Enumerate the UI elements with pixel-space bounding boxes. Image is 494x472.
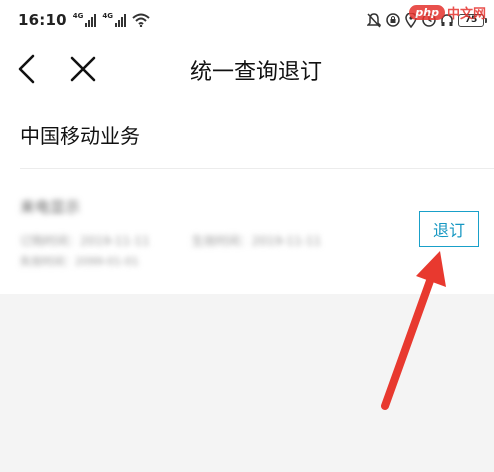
status-time: 16:10: [18, 11, 67, 29]
section-title: 中国移动业务: [20, 124, 140, 148]
order-time: 订购时间：2019-11-11: [20, 234, 150, 248]
cell-signal-icon: 4G: [102, 13, 126, 27]
page: 16:10 4G 4G 75 php 中文网 统一查询退订 中国移动业务 来电显…: [0, 0, 494, 472]
signal-type-label: 4G: [72, 12, 84, 20]
unsubscribe-button[interactable]: 退订: [419, 211, 479, 247]
service-list: 中国移动业务 来电显示 订购时间：2019-11-11 生效时间：2019-11…: [0, 98, 494, 294]
nav-bar: 统一查询退订: [0, 40, 494, 98]
service-name: 来电显示: [20, 198, 81, 216]
effective-time: 生效时间：2019-11-11: [191, 234, 322, 248]
watermark-text: 中文网: [446, 7, 486, 22]
watermark: php 中文网: [409, 3, 486, 22]
watermark-logo: php: [409, 5, 445, 20]
lock-icon: [386, 13, 400, 27]
signal-type-label: 4G: [102, 12, 113, 20]
status-left: 16:10 4G 4G: [18, 11, 150, 29]
service-dates: 订购时间：2019-11-11 生效时间：2019-11-11: [20, 232, 340, 249]
bell-muted-icon: [367, 12, 381, 28]
expire-time: 失效时间：2099-01-01: [20, 255, 139, 268]
cell-signal-icon: 4G: [73, 13, 97, 27]
page-title: 统一查询退订: [189, 60, 322, 85]
wifi-icon: [132, 13, 150, 27]
divider: [20, 168, 494, 169]
